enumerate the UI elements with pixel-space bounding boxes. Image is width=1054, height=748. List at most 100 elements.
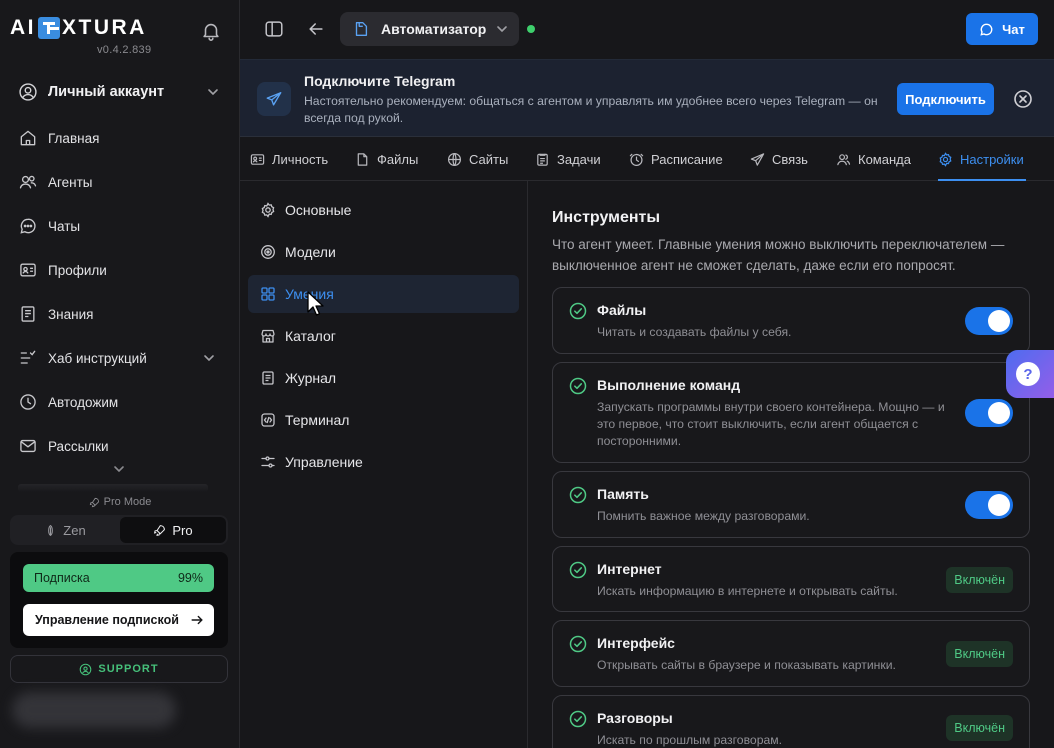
manage-subscription-button[interactable]: Управление подпиской: [23, 604, 214, 636]
tab-files[interactable]: Файлы: [355, 137, 418, 181]
settings-nav-catalog[interactable]: Каталог: [248, 317, 519, 355]
page-description: Что агент умеет. Главные умения можно вы…: [552, 237, 1005, 273]
agent-selector[interactable]: Автоматизатор: [340, 12, 519, 46]
tasks-icon: [535, 152, 550, 167]
tool-description: Искать информацию в интернете и открыват…: [597, 584, 898, 598]
agent-name: Автоматизатор: [381, 21, 487, 37]
sidebar-item-label: Чаты: [48, 218, 81, 234]
sidebar-item-label: Рассылки: [48, 438, 109, 454]
sidebar-item-autofollowup[interactable]: Автодожим: [18, 390, 228, 414]
tab-communication[interactable]: Связь: [750, 137, 808, 181]
sidebar-item-knowledge[interactable]: Знания: [18, 302, 228, 326]
terminal-icon: [260, 412, 276, 428]
banner-text: Настоятельно рекомендуем: общаться с аге…: [304, 94, 878, 125]
settings-nav-models[interactable]: Модели: [248, 233, 519, 271]
sidebar-item-label: Знания: [48, 306, 94, 322]
tool-toggle[interactable]: [965, 491, 1013, 519]
subscription-label: Подписка: [34, 571, 90, 585]
status-badge: Включён: [946, 715, 1013, 741]
send-icon: [750, 152, 765, 167]
close-circle-icon[interactable]: [1013, 89, 1033, 109]
scroll-down-chevron-icon[interactable]: [112, 462, 126, 476]
top-bar: Автоматизатор Чат: [240, 0, 1054, 59]
tab-settings[interactable]: Настройки: [938, 137, 1026, 181]
id-card-icon: [18, 260, 38, 280]
chevron-down-icon: [206, 85, 220, 99]
chat-bubble-icon: [979, 22, 994, 37]
app-logo[interactable]: AI XTURA: [10, 16, 147, 40]
mode-zen-button[interactable]: Zen: [12, 517, 118, 543]
mode-pro-label: Pro: [172, 522, 193, 538]
mode-pro-button[interactable]: Pro: [120, 517, 226, 543]
account-label: Личный аккаунт: [48, 84, 165, 100]
chevron-down-icon: [202, 351, 216, 365]
sidebar-item-chats[interactable]: Чаты: [18, 214, 228, 238]
chat-bubble-icon: [18, 216, 38, 236]
check-circle-icon: [569, 561, 587, 579]
sidebar-toggle-icon[interactable]: [263, 18, 285, 40]
clock-icon: [629, 152, 644, 167]
help-button[interactable]: ?: [1006, 350, 1054, 398]
tab-tasks[interactable]: Задачи: [535, 137, 601, 181]
book-icon: [18, 304, 38, 324]
agent-doc-icon: [352, 20, 370, 38]
support-button[interactable]: SUPPORT: [10, 655, 228, 683]
settings-nav-management[interactable]: Управление: [248, 443, 519, 481]
connect-telegram-button[interactable]: Подключить: [897, 83, 994, 115]
blurred-user-profile[interactable]: [12, 692, 176, 728]
mode-switch: Zen Pro: [10, 515, 228, 545]
bell-icon[interactable]: [200, 20, 222, 42]
sidebar-item-label: Профили: [48, 262, 107, 278]
settings-nav-label: Управление: [285, 454, 363, 470]
sidebar-item-profiles[interactable]: Профили: [18, 258, 228, 282]
logo-text-right: XTURA: [62, 16, 147, 39]
tool-card-command-execution: Выполнение команд Запускать программы вн…: [552, 362, 1030, 463]
check-circle-icon: [569, 486, 587, 504]
sliders-icon: [260, 454, 276, 470]
settings-nav-journal[interactable]: Журнал: [248, 359, 519, 397]
team-icon: [836, 152, 851, 167]
rocket-icon: [89, 497, 100, 508]
tool-name: Разговоры: [597, 710, 673, 726]
logo-mark-icon: [38, 17, 60, 39]
page-title: Инструменты: [552, 209, 661, 226]
settings-nav-general[interactable]: Основные: [248, 191, 519, 229]
tool-description: Помнить важное между разговорами.: [597, 509, 810, 523]
settings-nav-terminal[interactable]: Терминал: [248, 401, 519, 439]
model-icon: [260, 244, 276, 260]
home-icon: [18, 128, 38, 148]
tab-sites[interactable]: Сайты: [447, 137, 508, 181]
telegram-icon-box: [257, 82, 291, 116]
manage-subscription-label: Управление подпиской: [35, 613, 179, 627]
tab-label: Расписание: [651, 151, 723, 167]
settings-nav-label: Терминал: [285, 412, 350, 428]
sidebar-item-agents[interactable]: Агенты: [18, 170, 228, 194]
faded-nav-overflow: [18, 484, 208, 492]
tool-description: Искать по прошлым разговорам.: [597, 733, 783, 747]
sidebar-item-home[interactable]: Главная: [18, 126, 228, 150]
tab-schedule[interactable]: Расписание: [629, 137, 723, 181]
chat-button[interactable]: Чат: [966, 13, 1038, 45]
tool-description: Запускать программы внутри своего контей…: [597, 400, 945, 448]
tab-team[interactable]: Команда: [836, 137, 911, 181]
tool-toggle[interactable]: [965, 307, 1013, 335]
chat-button-label: Чат: [1002, 21, 1025, 37]
hub-icon: [18, 348, 38, 368]
tab-label: Команда: [858, 151, 911, 167]
logo-text-left: AI: [10, 16, 36, 39]
grid-icon: [260, 286, 276, 302]
check-circle-icon: [569, 710, 587, 728]
tool-name: Файлы: [597, 302, 647, 318]
sidebar-item-instruction-hub[interactable]: Хаб инструкций: [18, 346, 228, 370]
sidebar-item-mailings[interactable]: Рассылки: [18, 434, 228, 458]
tab-personality[interactable]: Личность: [250, 137, 328, 181]
tool-toggle[interactable]: [965, 399, 1013, 427]
tool-card-interface: Интерфейс Открывать сайты в браузере и п…: [552, 620, 1030, 687]
tab-label: Файлы: [377, 151, 419, 167]
banner-title: Подключите Telegram: [304, 73, 456, 89]
back-arrow-icon[interactable]: [306, 19, 326, 39]
settings-nav-label: Каталог: [285, 328, 336, 344]
settings-nav-skills[interactable]: Умения: [248, 275, 519, 313]
sidebar-item-label: Агенты: [48, 174, 93, 190]
account-switcher[interactable]: Личный аккаунт: [18, 80, 228, 104]
